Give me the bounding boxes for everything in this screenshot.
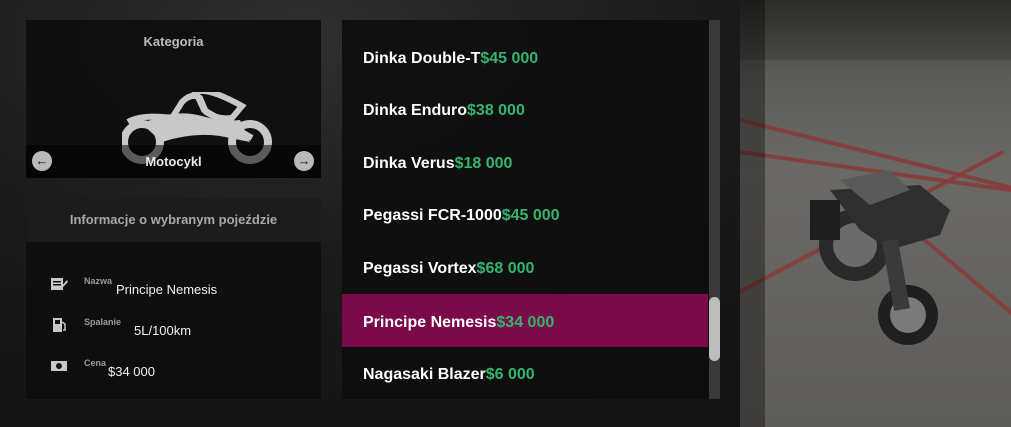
vehicle-item[interactable]: Dinka Double-T$45 000 — [342, 34, 708, 87]
vehicle-name: Nagasaki Blazer — [363, 366, 486, 383]
vehicle-name: Dinka Double-T — [363, 50, 481, 67]
vehicle-price: $45 000 — [480, 50, 539, 67]
info-value-fuel: 5L/100km — [134, 323, 192, 338]
vehicle-name: Pegassi Vortex — [363, 260, 477, 277]
vehicle-item[interactable]: Nagasaki Blazer$6 000 — [342, 350, 708, 399]
category-name: Motocykl — [145, 154, 202, 169]
info-panel: Informacje o wybranym pojeździe Nazwa Pr… — [26, 198, 321, 399]
vehicle-item[interactable]: Dinka Enduro$38 000 — [342, 86, 708, 139]
info-value-name: Principe Nemesis — [116, 282, 218, 297]
vehicle-price: $68 000 — [476, 260, 535, 277]
vehicle-name: Dinka Verus — [363, 155, 455, 172]
vehicle-price: $38 000 — [467, 102, 525, 119]
category-title: Kategoria — [143, 34, 204, 49]
scrollbar-thumb[interactable] — [709, 297, 720, 361]
arrow-right-icon[interactable]: → — [294, 151, 314, 171]
money-icon — [51, 361, 67, 371]
vehicle-name: Dinka Enduro — [363, 102, 468, 119]
vehicle-price: $18 000 — [454, 155, 513, 172]
info-label-fuel: Spalanie — [84, 317, 122, 327]
vehicle-price: $45 000 — [501, 207, 560, 224]
fuel-icon — [53, 318, 66, 332]
vehicle-item[interactable]: Pegassi FCR-1000$45 000 — [342, 191, 708, 244]
vehicle-list: Dinka Double-T$45 000 Dinka Enduro$38 00… — [342, 20, 720, 399]
info-label-price: Cena — [84, 358, 107, 368]
vehicle-item[interactable]: Dinka Verus$18 000 — [342, 139, 708, 192]
edit-icon — [51, 278, 68, 290]
vehicle-name: Pegassi FCR-1000 — [363, 207, 502, 224]
vehicle-price: $6 000 — [485, 366, 535, 383]
vehicle-price: $34 000 — [496, 314, 555, 331]
vehicle-item-selected[interactable]: Principe Nemesis$34 000 — [342, 294, 708, 347]
vehicle-name: Principe Nemesis — [363, 314, 497, 331]
motorcycle-preview — [810, 170, 950, 345]
info-value-price: $34 000 — [108, 364, 155, 379]
category-panel: Kategoria ← Motocykl → — [26, 20, 321, 178]
info-title: Informacje o wybranym pojeździe — [26, 198, 321, 242]
vehicle-item[interactable]: Pegassi Vortex$68 000 — [342, 244, 708, 297]
info-label-name: Nazwa — [84, 276, 113, 286]
